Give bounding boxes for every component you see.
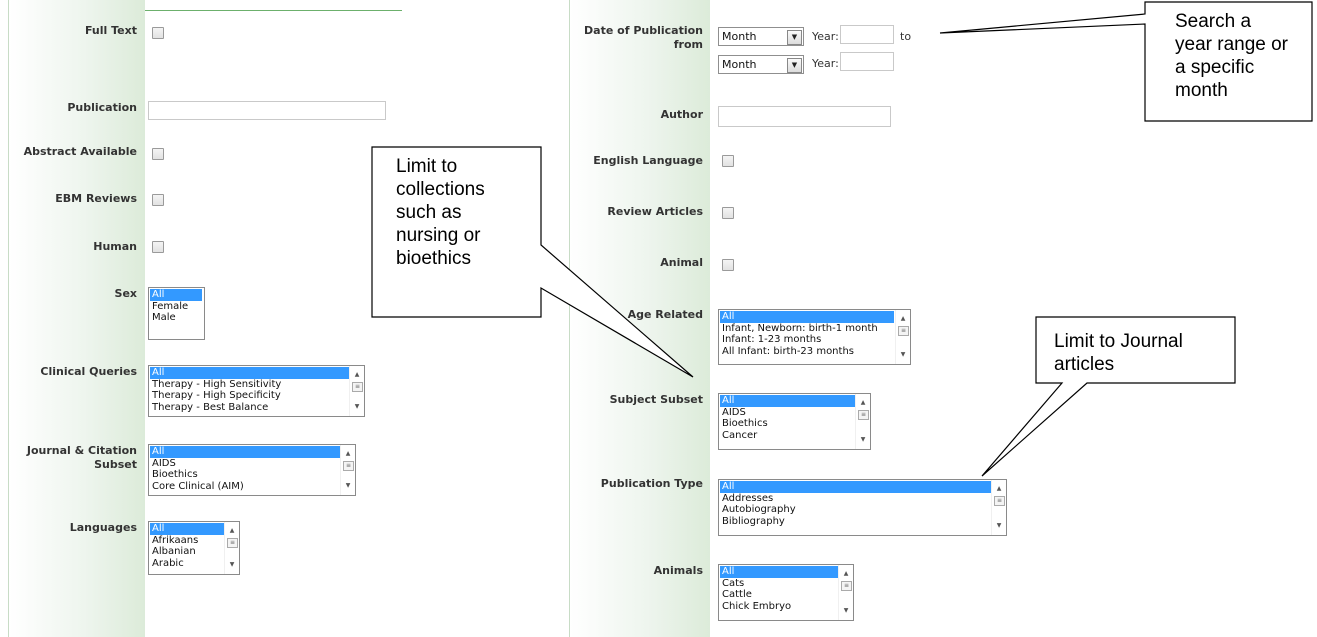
collections-callout-text: Limit to collections such as nursing or …: [396, 156, 485, 269]
callout-overlay: [371, 1, 1313, 477]
journal-callout-text: Limit to Journal articles: [1054, 331, 1183, 375]
year-range-callout-text: Search a year range or a specific month: [1175, 11, 1289, 101]
